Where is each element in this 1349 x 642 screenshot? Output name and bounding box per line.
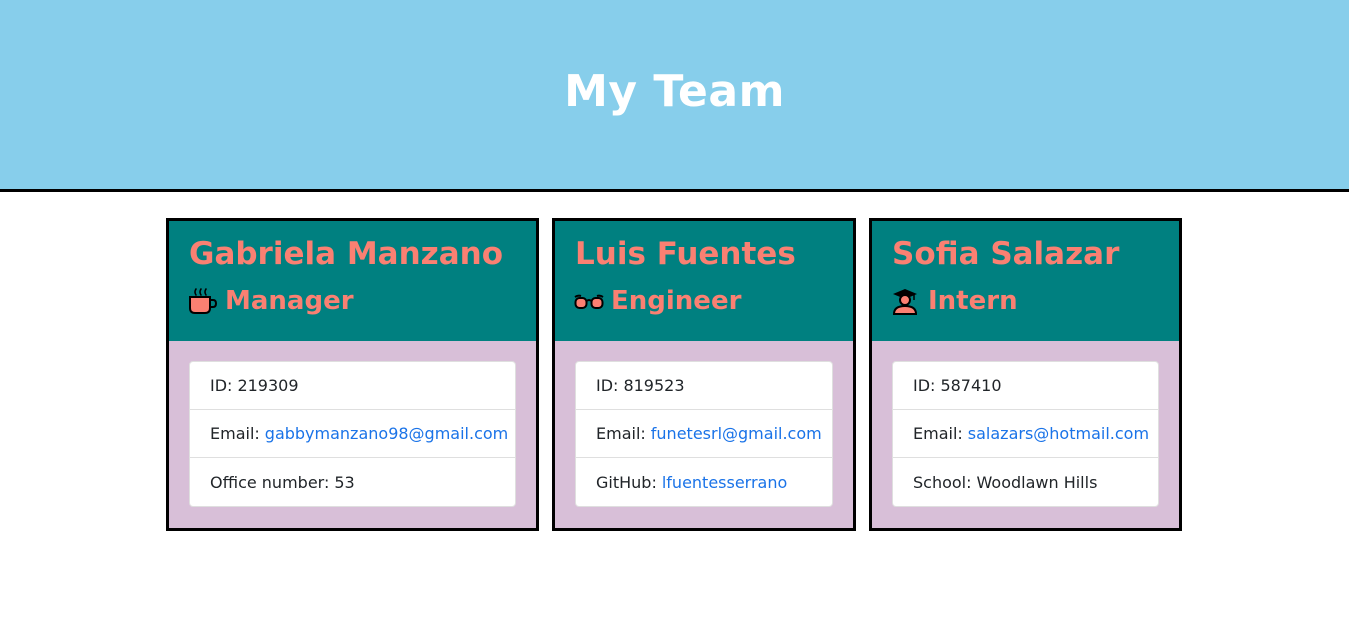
employee-name: Gabriela Manzano <box>189 236 503 272</box>
coffee-mug-icon <box>187 287 219 315</box>
id-value: 587410 <box>940 376 1002 395</box>
email-link[interactable]: salazars@hotmail.com <box>968 424 1149 443</box>
github-link[interactable]: lfuentesserrano <box>662 473 787 492</box>
page-header: My Team <box>0 0 1349 192</box>
employee-card-intern: Sofia Salazar Intern ID: 587410 Email: s… <box>869 218 1182 531</box>
email-label: Email: <box>210 424 260 443</box>
list-item-email: Email: gabbymanzano98@gmail.com <box>190 410 515 458</box>
list-item-school: School: Woodlawn Hills <box>893 458 1158 506</box>
employee-role: Manager <box>189 285 536 317</box>
list-item-id: ID: 219309 <box>190 362 515 410</box>
employee-role: Engineer <box>573 285 853 317</box>
employee-name: Sofia Salazar <box>892 236 1120 272</box>
role-label: Manager <box>225 286 354 316</box>
email-label: Email: <box>913 424 963 443</box>
role-label: Engineer <box>611 286 742 316</box>
employee-name: Luis Fuentes <box>575 236 796 272</box>
card-header: Luis Fuentes Engineer <box>555 221 853 341</box>
school-value: Woodlawn Hills <box>976 472 1098 492</box>
id-label: ID: <box>596 376 619 395</box>
list-item-email: Email: salazars@hotmail.com <box>893 410 1158 458</box>
glasses-icon <box>573 287 605 315</box>
email-label: Email: <box>596 424 646 443</box>
graduate-icon <box>890 287 922 315</box>
employee-role: Intern <box>892 285 1179 317</box>
id-value: 819523 <box>623 376 685 395</box>
list-item-id: ID: 819523 <box>576 362 832 410</box>
card-header: Gabriela Manzano Manager <box>169 221 536 341</box>
list-item-github: GitHub: lfuentesserrano <box>576 458 832 506</box>
card-header: Sofia Salazar Intern <box>872 221 1179 341</box>
email-link[interactable]: funetesrl@gmail.com <box>651 424 822 443</box>
id-label: ID: <box>210 376 233 395</box>
email-link[interactable]: gabbymanzano98@gmail.com <box>265 424 508 443</box>
id-value: 219309 <box>237 376 299 395</box>
list-item-office-number: Office number: 53 <box>190 458 515 506</box>
list-item-email: Email: funetesrl@gmail.com <box>576 410 832 458</box>
office-number-label: Office number: <box>210 472 330 492</box>
page-title: My Team <box>564 66 785 117</box>
github-label: GitHub: <box>596 472 657 492</box>
school-label: School: <box>913 472 972 492</box>
employee-card-manager: Gabriela Manzano Manager ID: 219309 Emai… <box>166 218 539 531</box>
office-number-value: 53 <box>334 472 355 492</box>
info-list: ID: 219309 Email: gabbymanzano98@gmail.c… <box>189 361 516 507</box>
role-label: Intern <box>928 286 1018 316</box>
info-list: ID: 819523 Email: funetesrl@gmail.com Gi… <box>575 361 833 507</box>
info-list: ID: 587410 Email: salazars@hotmail.com S… <box>892 361 1159 507</box>
id-label: ID: <box>913 376 936 395</box>
employee-card-engineer: Luis Fuentes Engineer ID: 819523 Email: … <box>552 218 856 531</box>
list-item-id: ID: 587410 <box>893 362 1158 410</box>
